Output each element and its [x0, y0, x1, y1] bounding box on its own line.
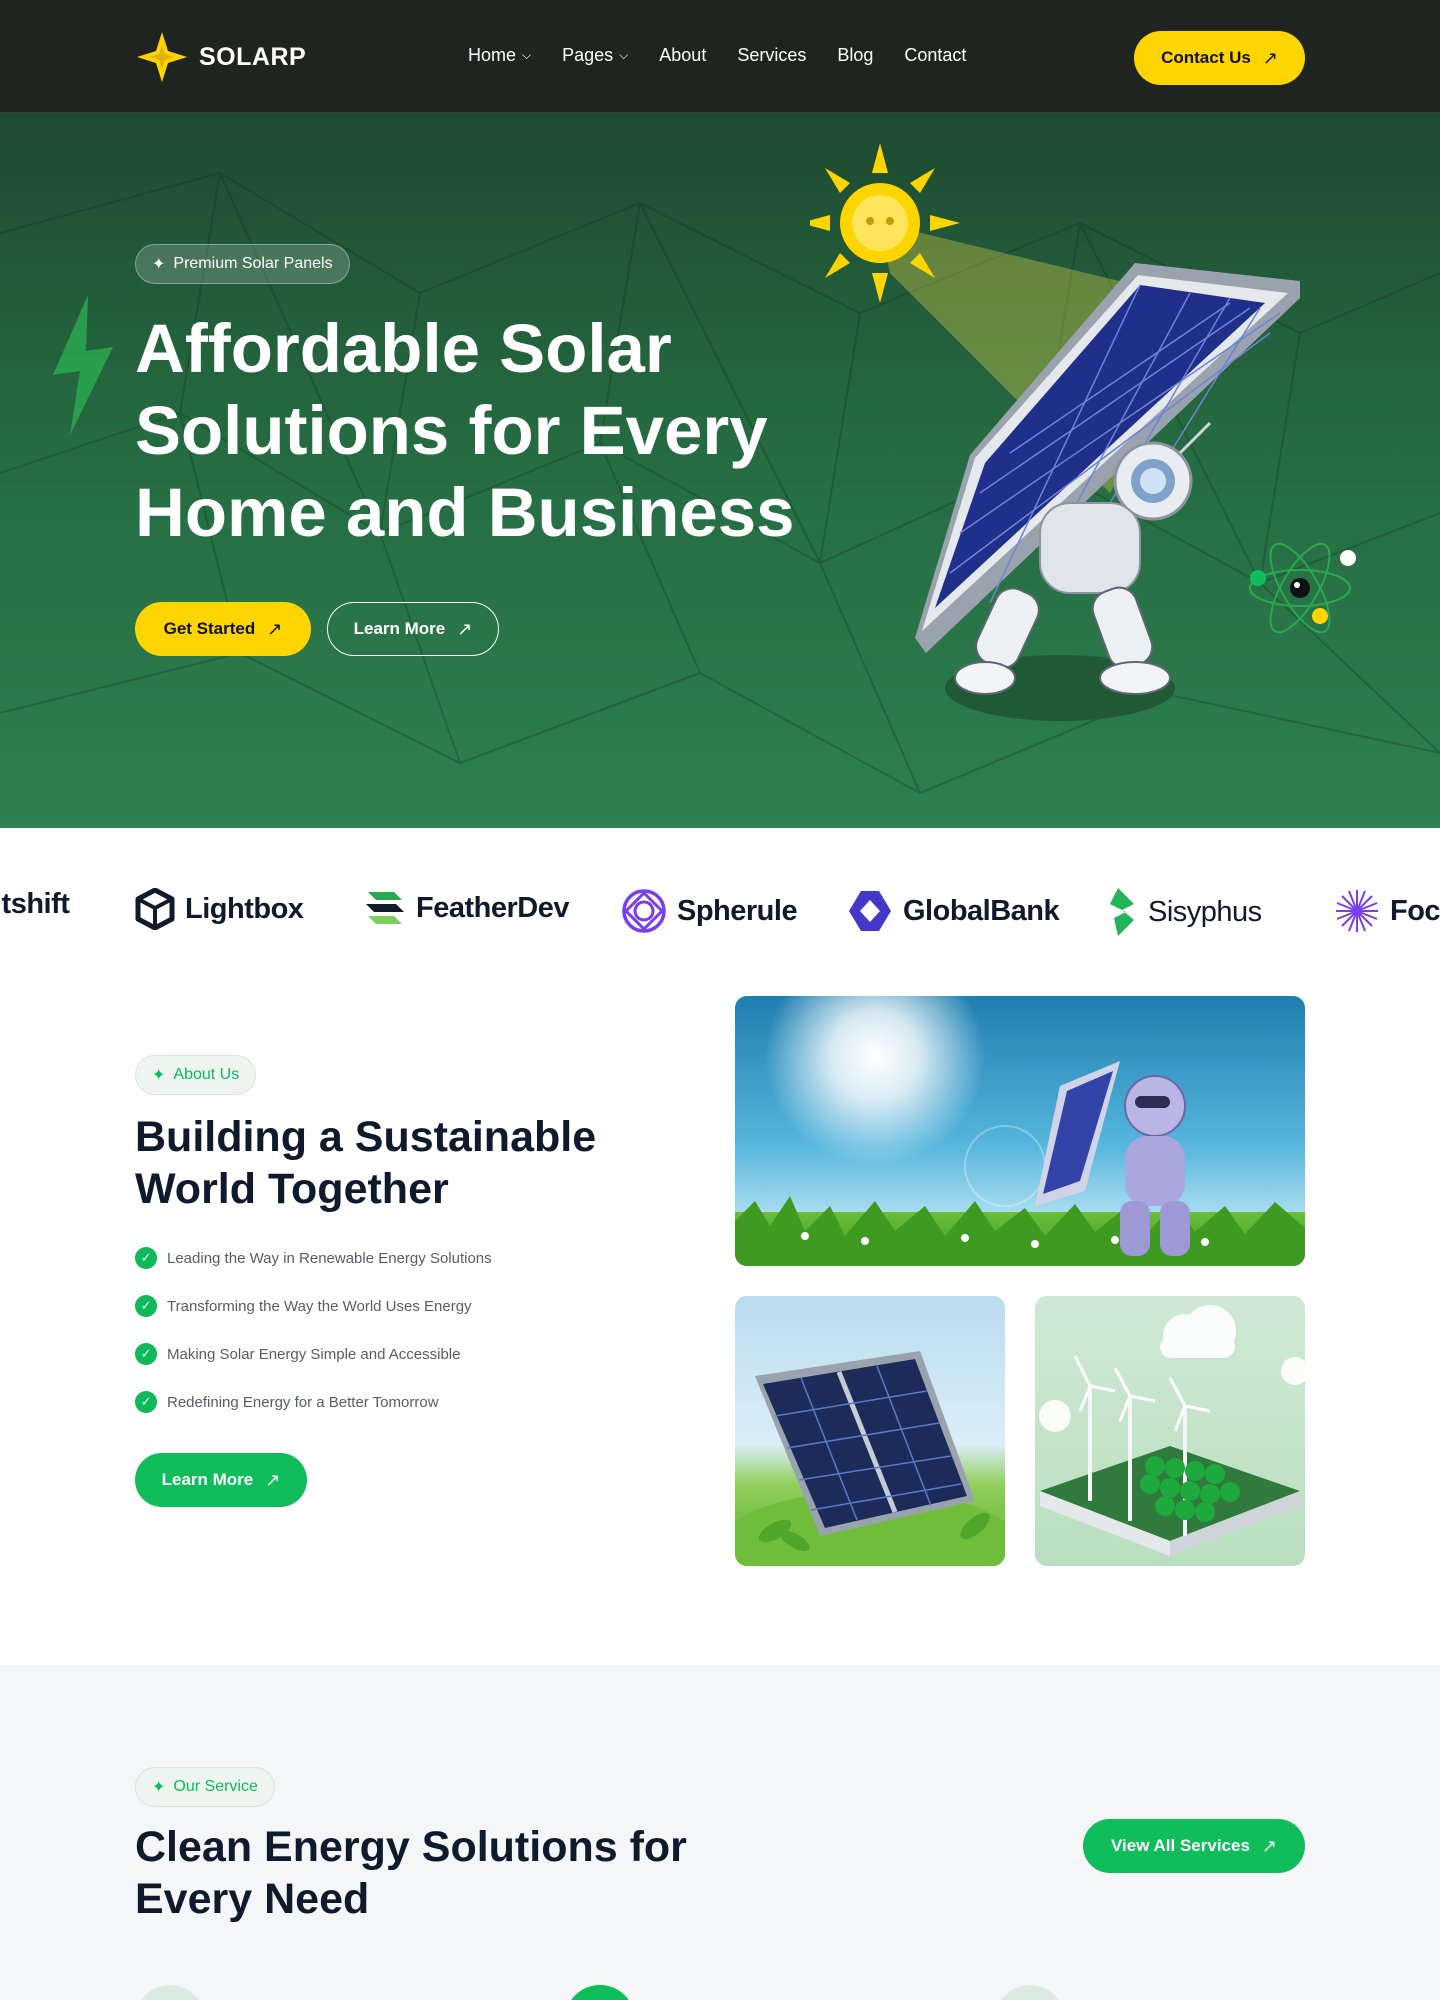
get-started-button[interactable]: Get Started ↗: [135, 602, 311, 656]
nav-label: Services: [737, 45, 807, 65]
robot-meadow-image: [735, 996, 1305, 1266]
service-card-icon: [995, 1985, 1065, 2000]
nav-item-services[interactable]: Services: [737, 45, 806, 66]
sphere-ring-icon: [622, 889, 666, 933]
get-started-label: Get Started: [163, 619, 256, 638]
cube-icon: [135, 888, 175, 930]
partner-name: Spherule: [677, 894, 798, 927]
partner-logo: ltshift: [0, 888, 70, 921]
list-item: ✓ Leading the Way in Renewable Energy So…: [135, 1246, 492, 1270]
hero-tag: ✦ Premium Solar Panels: [135, 244, 350, 284]
contact-us-label: Contact Us: [1161, 48, 1251, 67]
arrow-up-right-icon: ↗: [265, 1470, 281, 1490]
partner-name: Foc: [1390, 894, 1440, 927]
arrow-up-right-icon: ↗: [267, 619, 283, 639]
hero-title: Affordable Solar Solutions for Every Hom…: [135, 310, 795, 551]
solar-panels-image: [735, 1296, 1005, 1566]
check-circle-icon: ✓: [135, 1391, 157, 1413]
partner-logo: Sisyphus: [1104, 888, 1262, 936]
services-title: Clean Energy Solutions for Every Need: [135, 1823, 687, 1923]
nav-label: Pages: [562, 45, 614, 65]
arrow-up-right-icon: ↗: [1262, 48, 1278, 68]
nav-label: Blog: [837, 45, 874, 65]
brand-logo[interactable]: SOLARP: [135, 30, 306, 84]
service-card-icon: [565, 1985, 635, 2000]
partner-name: GlobalBank: [903, 894, 1060, 927]
brand-name: SOLARP: [199, 42, 307, 71]
learn-more-button[interactable]: Learn More ↗: [327, 602, 499, 656]
nav-item-about[interactable]: About: [659, 45, 706, 66]
partner-logo: Lightbox: [135, 888, 304, 930]
list-item: ✓ Making Solar Energy Simple and Accessi…: [135, 1342, 492, 1366]
list-item-text: Leading the Way in Renewable Energy Solu…: [167, 1249, 492, 1267]
hero-tag-label: Premium Solar Panels: [173, 255, 333, 272]
lightning-mark-icon: [1110, 888, 1134, 936]
starburst-icon: [1336, 890, 1378, 932]
nav-item-pages[interactable]: Pages ⌵: [562, 45, 628, 66]
robot-solar-panel-illustration: [810, 143, 1300, 721]
partner-logo: GlobalBank: [847, 888, 1060, 934]
services-tag-label: Our Service: [173, 1778, 258, 1795]
arrow-up-right-icon: ↗: [1261, 1836, 1277, 1856]
wind-turbines-image: [1035, 1296, 1305, 1566]
about-learn-more-button[interactable]: Learn More ↗: [135, 1453, 307, 1507]
robot-meadow-illustration: [735, 996, 1305, 1266]
nav-item-blog[interactable]: Blog: [837, 45, 873, 66]
partner-logo: Foc: [1334, 888, 1440, 934]
list-item: ✓ Transforming the Way the World Uses En…: [135, 1294, 492, 1318]
partner-logo: Spherule: [621, 888, 798, 934]
contact-us-button[interactable]: Contact Us ↗: [1134, 31, 1305, 85]
arrow-up-right-icon: ↗: [457, 619, 473, 639]
partner-logo-strip: ltshift Lightbox FeatherDev Spherule Glo…: [0, 828, 1440, 998]
atom-icon: [1249, 542, 1356, 634]
partner-name: ltshift: [0, 888, 70, 920]
site-header: SOLARP Home ⌵ Pages ⌵ About Services Blo…: [0, 0, 1440, 113]
nav-label: Home: [468, 45, 517, 65]
feather-stripes-icon: [366, 892, 404, 924]
partner-name: FeatherDev: [416, 891, 569, 924]
view-all-services-button[interactable]: View All Services ↗: [1083, 1819, 1305, 1873]
wind-turbines-illustration: [1039, 1305, 1305, 1556]
about-learn-more-label: Learn More: [161, 1470, 254, 1489]
sparkle-icon: ✦: [152, 1779, 166, 1796]
view-all-services-label: View All Services: [1110, 1836, 1250, 1855]
check-circle-icon: ✓: [135, 1247, 157, 1269]
partner-name: Sisyphus: [1148, 895, 1262, 928]
list-item-text: Redefining Energy for a Better Tomorrow: [167, 1393, 439, 1411]
learn-more-label: Learn More: [353, 619, 446, 638]
check-circle-icon: ✓: [135, 1343, 157, 1365]
about-title: Building a Sustainable World Together: [135, 1113, 597, 1213]
hero-section: ✦ Premium Solar Panels Affordable Solar …: [0, 113, 1440, 828]
partner-logo: FeatherDev: [364, 888, 569, 928]
list-item-text: Transforming the Way the World Uses Ener…: [167, 1297, 472, 1315]
partner-name: Lightbox: [185, 892, 304, 925]
services-tag: ✦ Our Service: [135, 1767, 275, 1807]
check-circle-icon: ✓: [135, 1295, 157, 1317]
main-nav: Home ⌵ Pages ⌵ About Services Blog Conta…: [468, 45, 966, 66]
services-section: ✦ Our Service Clean Energy Solutions for…: [0, 1665, 1440, 2000]
list-item: ✓ Redefining Energy for a Better Tomorro…: [135, 1390, 492, 1414]
four-point-star-icon: [137, 32, 187, 82]
about-checklist: ✓ Leading the Way in Renewable Energy So…: [135, 1246, 492, 1438]
about-tag-label: About Us: [173, 1066, 240, 1083]
sparkle-icon: ✦: [152, 1067, 166, 1084]
nav-label: Contact: [904, 45, 967, 65]
about-tag: ✦ About Us: [135, 1055, 257, 1095]
nav-label: About: [659, 45, 707, 65]
solar-panels-illustration: [735, 1351, 1005, 1566]
chevron-down-icon: ⌵: [619, 48, 629, 62]
sparkle-icon: ✦: [152, 256, 166, 273]
hexagon-icon: [849, 891, 891, 931]
nav-item-contact[interactable]: Contact: [904, 45, 966, 66]
nav-item-home[interactable]: Home ⌵: [468, 45, 531, 66]
chevron-down-icon: ⌵: [522, 48, 532, 62]
lightning-bolt-icon: [53, 295, 113, 435]
service-card-icon: [135, 1985, 205, 2000]
list-item-text: Making Solar Energy Simple and Accessibl…: [167, 1345, 461, 1363]
